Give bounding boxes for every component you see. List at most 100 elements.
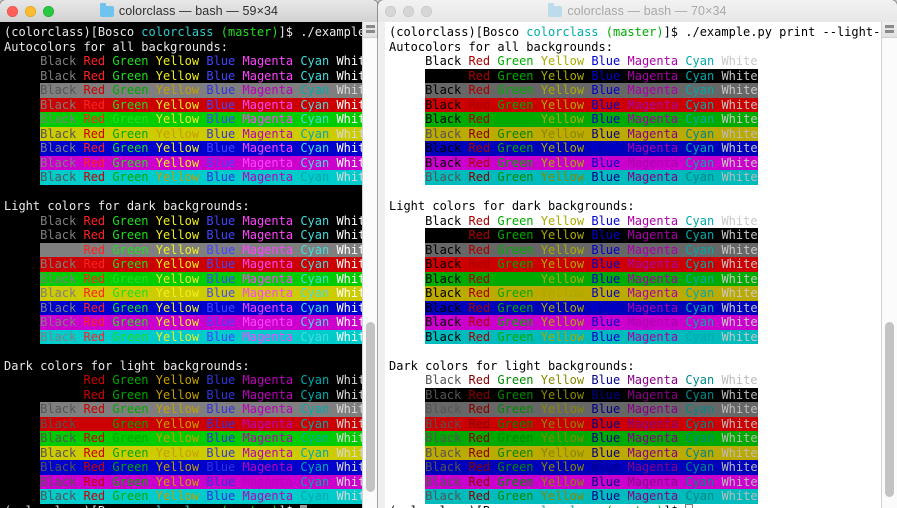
color-cell — [678, 214, 685, 229]
color-cell: Green — [497, 489, 534, 504]
scrollbar-left[interactable] — [362, 22, 378, 508]
maximize-button[interactable] — [421, 5, 432, 17]
table-row: Black Red Green Yellow Blue Magenta Cyan… — [389, 431, 881, 446]
color-cell: Cyan — [685, 416, 715, 431]
titlebar-right[interactable]: colorclass — bash — 70×34 — [378, 0, 897, 23]
color-cell: Blue — [591, 431, 621, 446]
color-cell: ]$ — [278, 25, 301, 39]
maximize-button[interactable] — [43, 5, 54, 17]
color-cell: Cyan — [300, 460, 330, 475]
color-cell: Black — [425, 54, 462, 68]
color-cell: Cyan — [300, 257, 330, 272]
color-cell: Yellow — [540, 83, 585, 98]
color-cell: Blue — [591, 228, 621, 243]
color-cell: Magenta — [627, 257, 679, 272]
terminal-window-left[interactable]: colorclass — bash — 59×34 (colorclass)[B… — [0, 0, 378, 508]
color-cell: White — [336, 315, 362, 330]
table-row: Black Red Green Yellow Blue Magenta Cyan… — [4, 141, 362, 156]
color-cell — [293, 214, 300, 229]
color-cell: Red — [83, 373, 106, 387]
color-cell: Magenta — [627, 300, 679, 315]
scrollbar-thumb-left[interactable] — [366, 322, 375, 492]
color-cell: Green — [497, 242, 534, 257]
color-cell — [235, 141, 243, 156]
color-cell: Cyan — [685, 170, 715, 185]
color-cell — [105, 68, 113, 83]
color-cell: Black — [425, 242, 462, 257]
scrollbar-right[interactable] — [881, 22, 897, 508]
color-cell: Yellow — [540, 300, 585, 315]
color-cell: Red — [83, 242, 106, 257]
color-cell: Blue — [206, 257, 236, 272]
color-cell: Red — [468, 83, 491, 98]
color-cell: Blue — [591, 474, 621, 489]
color-cell — [461, 68, 469, 83]
color-cell: Cyan — [685, 97, 715, 112]
color-cell: Red — [468, 286, 491, 301]
color-cell — [329, 112, 337, 127]
minimize-button[interactable] — [403, 5, 414, 17]
traffic-lights-left[interactable] — [7, 0, 54, 22]
color-cell: Red — [468, 170, 491, 185]
color-cell — [329, 97, 337, 112]
color-cell — [329, 315, 337, 330]
color-cell: Magenta — [242, 474, 294, 489]
color-cell — [149, 373, 156, 388]
color-cell — [105, 141, 113, 156]
color-cell: Green — [497, 112, 534, 127]
minimize-button[interactable] — [25, 5, 36, 17]
color-cell — [76, 68, 84, 83]
color-cell — [40, 373, 76, 388]
color-cell — [461, 402, 469, 417]
color-cell: Black — [40, 242, 77, 257]
color-cell — [235, 489, 243, 504]
color-cell — [199, 271, 207, 286]
color-cell — [235, 300, 243, 315]
color-cell — [293, 402, 301, 417]
color-cell — [490, 112, 498, 127]
color-cell — [329, 126, 337, 141]
color-cell — [76, 315, 84, 330]
terminal-body-left[interactable]: (colorclass)[Bosco colorclass (master)]$… — [0, 22, 378, 508]
color-cell: Magenta — [627, 54, 679, 68]
color-cell: Magenta — [242, 141, 294, 156]
color-cell — [76, 300, 84, 315]
color-cell: Yellow — [155, 170, 200, 185]
color-cell: Yellow — [155, 112, 200, 127]
color-cell — [584, 141, 592, 156]
table-row: Black Red Green Yellow Blue Magenta Cyan… — [4, 271, 362, 286]
color-cell: Green — [112, 271, 149, 286]
color-cell: Magenta — [627, 489, 679, 504]
color-cell: Blue — [206, 460, 236, 475]
color-cell: Yellow — [540, 460, 585, 475]
color-cell: (master) — [598, 25, 664, 39]
scrollbar-thumb-right[interactable] — [885, 322, 894, 497]
traffic-lights-right[interactable] — [385, 0, 432, 22]
color-cell: Yellow — [155, 54, 200, 68]
color-cell: Black — [425, 286, 462, 301]
color-cell — [329, 416, 337, 431]
color-cell — [620, 54, 627, 69]
color-cell — [533, 402, 541, 417]
color-cell: Red — [83, 271, 106, 286]
close-button[interactable] — [7, 5, 18, 17]
color-cell: White — [721, 242, 758, 257]
color-cell: White — [721, 228, 758, 243]
scrollbar-button-right[interactable] — [882, 22, 897, 38]
color-cell: Cyan — [685, 315, 715, 330]
close-button[interactable] — [385, 5, 396, 17]
terminal-body-right[interactable]: (colorclass)[Bosco colorclass (master)]$… — [378, 22, 897, 508]
color-cell: Red — [468, 445, 491, 460]
scrollbar-button-left[interactable] — [363, 22, 378, 38]
color-cell — [76, 329, 84, 344]
color-cell: (master) — [213, 25, 279, 39]
terminal-window-right[interactable]: colorclass — bash — 70×34 (colorclass)[B… — [378, 0, 897, 508]
color-cell: White — [336, 474, 362, 489]
color-cell: Red — [83, 387, 106, 402]
table-row: Black Red Green Yellow Blue Magenta Cyan… — [389, 68, 881, 83]
titlebar-left[interactable]: colorclass — bash — 59×34 — [0, 0, 378, 23]
